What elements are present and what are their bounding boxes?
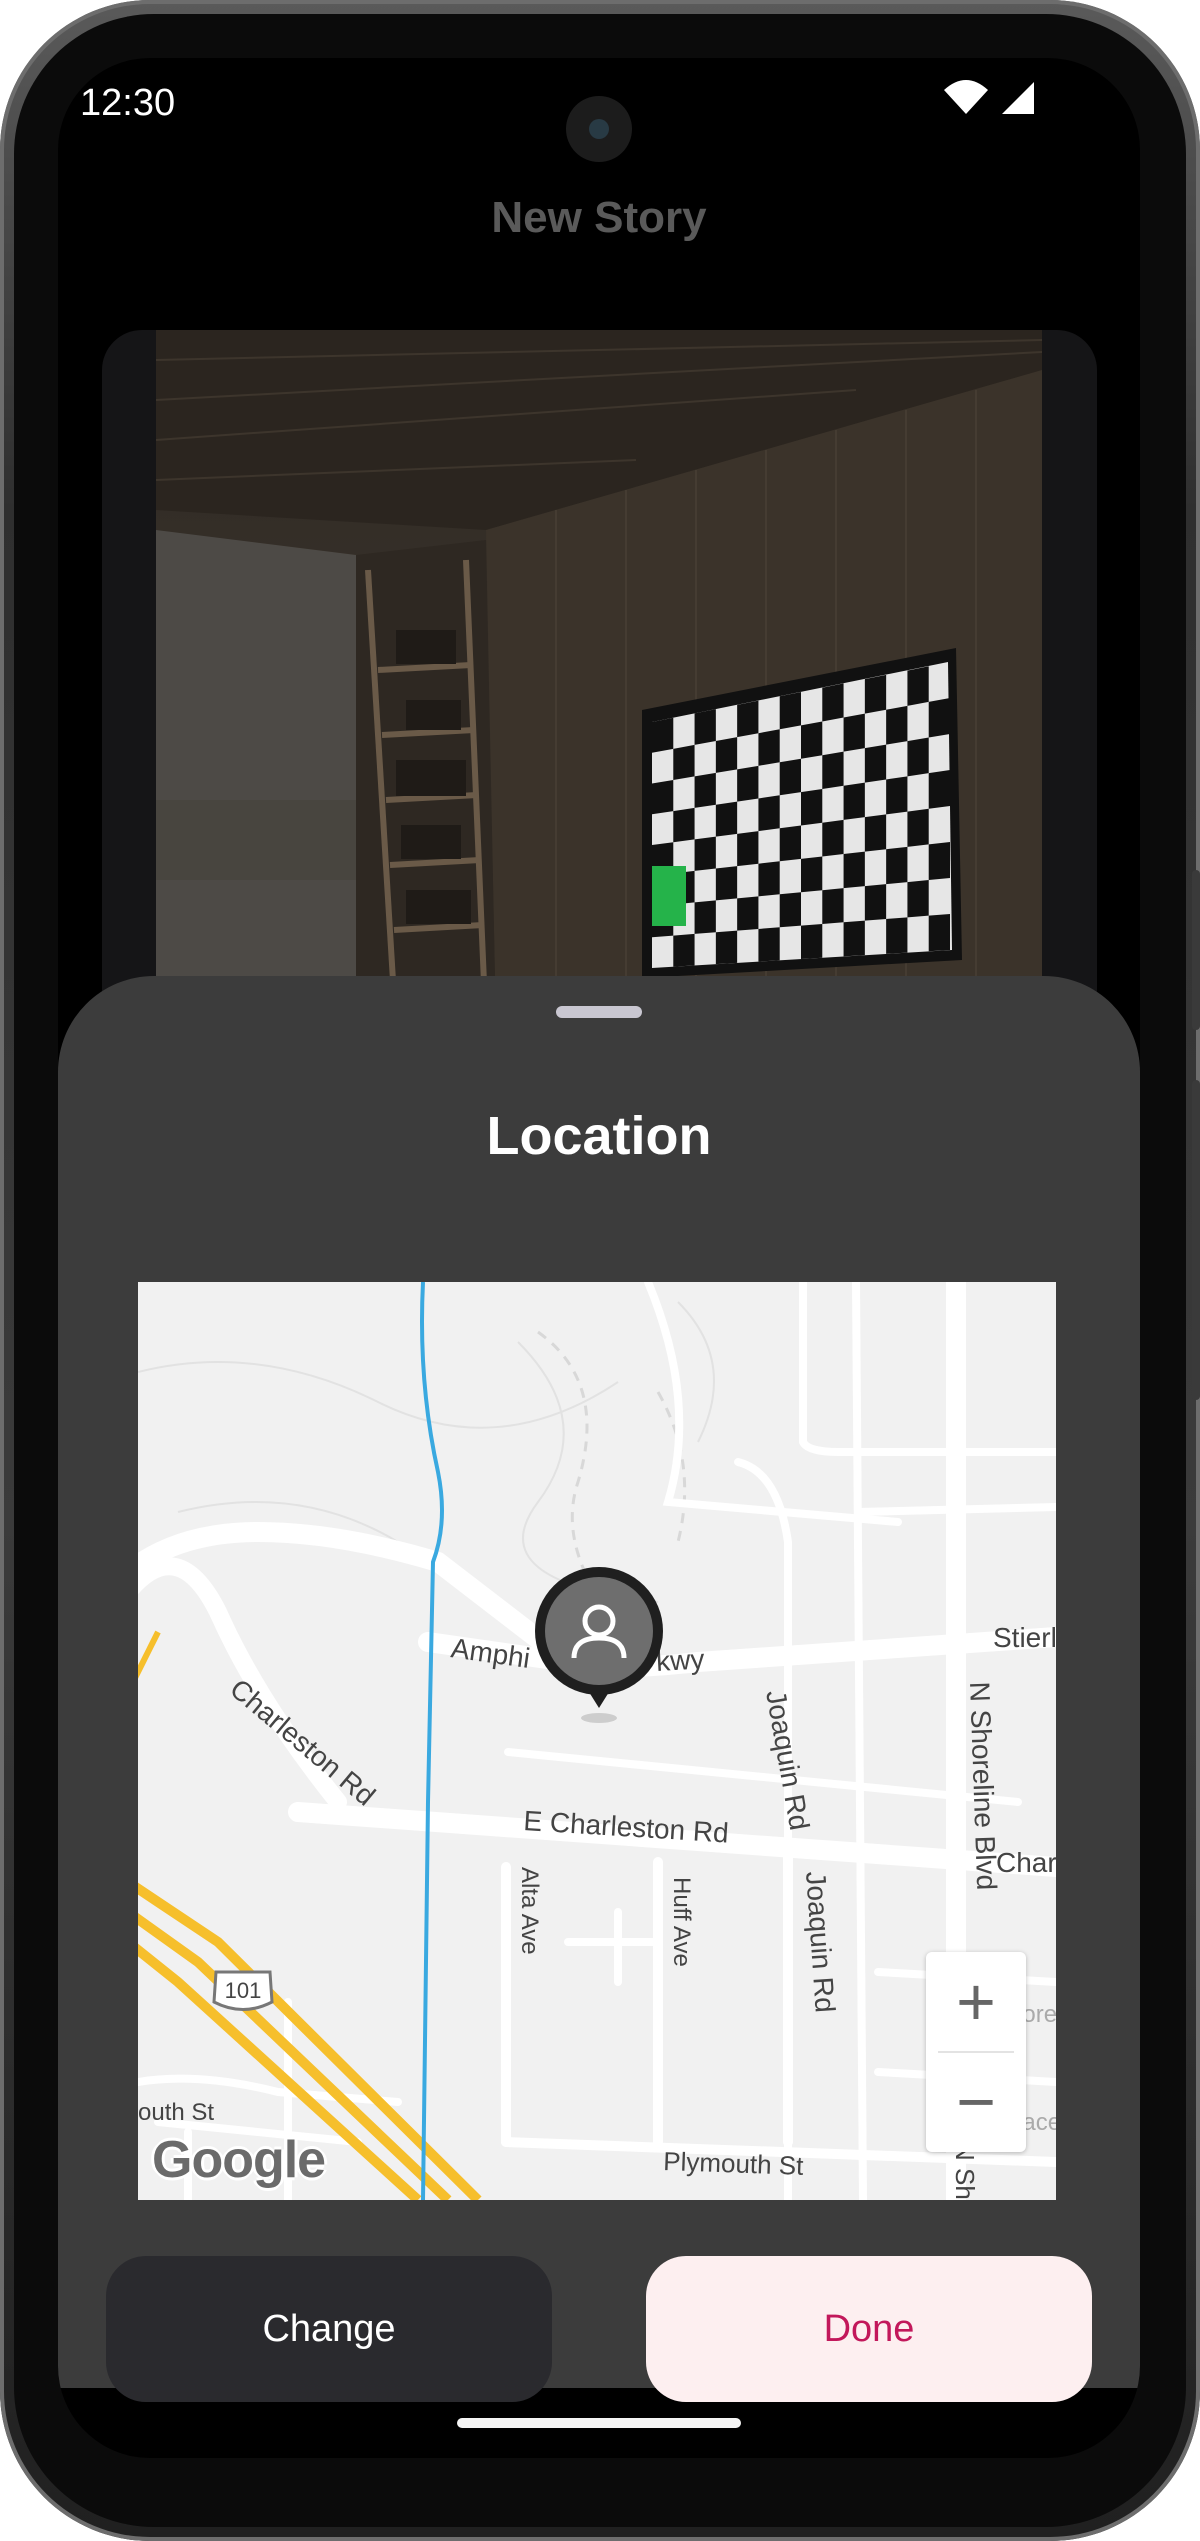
status-icons (940, 72, 1050, 132)
checker-square (694, 709, 716, 745)
checker-square (779, 692, 801, 730)
checker-square (758, 795, 780, 832)
screen: 12:30 New Story Location 101 Amphi Pkwy … (58, 58, 1140, 2458)
checker-square (801, 923, 823, 959)
checker-square (694, 900, 716, 934)
checker-square (801, 721, 823, 759)
checker-square (864, 884, 887, 921)
checker-square (907, 880, 929, 918)
volume-button (1192, 1080, 1200, 1400)
checker-square (886, 917, 908, 954)
wifi-icon (944, 80, 1034, 114)
power-button (1192, 870, 1200, 1030)
checker-square (652, 779, 674, 815)
checker-square (886, 846, 908, 885)
checker-square (822, 888, 844, 924)
street-label-plymouth-st: Plymouth St (663, 2146, 805, 2181)
checker-square (843, 920, 865, 957)
checker-square (715, 737, 738, 773)
zoom-out-button[interactable]: − (926, 2052, 1026, 2152)
checker-square (694, 772, 716, 808)
checker-square (886, 776, 908, 815)
map-zoom-control: + − (926, 1952, 1026, 2152)
street-label-stierlin: Stierl (993, 1622, 1056, 1653)
google-attribution-logo: Google (152, 2131, 326, 2189)
checker-square (801, 856, 823, 893)
status-time: 12:30 (80, 82, 176, 124)
change-button[interactable]: Change (106, 2256, 552, 2402)
checker-square (801, 788, 823, 826)
route-101-label: 101 (225, 1978, 262, 2003)
checker-square (907, 808, 929, 847)
gesture-nav-handle[interactable] (457, 2418, 741, 2428)
route-101-shield: 101 (212, 1970, 274, 2011)
checker-square (822, 751, 844, 789)
checker-square (737, 896, 759, 931)
sheet-title: Location (486, 1106, 712, 1166)
checker-square (843, 713, 865, 752)
location-map[interactable]: 101 Amphi Pkwy Stierl Charleston Rd E Ch… (138, 1282, 1056, 2200)
checker-square (779, 825, 801, 862)
checker-square (886, 705, 908, 745)
checker-square (822, 683, 844, 722)
checker-square (715, 866, 738, 901)
checker-square (928, 698, 950, 738)
checker-square (673, 744, 695, 780)
checker-square (928, 914, 950, 952)
page-title: New Story (491, 193, 707, 242)
checker-square (864, 744, 887, 783)
checker-square (907, 737, 929, 777)
zoom-in-button[interactable]: + (926, 1952, 1026, 2052)
checker-square (673, 933, 695, 967)
checker-square (843, 782, 865, 820)
checker-square (779, 758, 801, 796)
status-bar: 12:30 (58, 58, 1140, 168)
checker-square (907, 666, 929, 706)
street-label-south-st: outh St (138, 2099, 214, 2126)
street-label-charl: Charl (996, 1847, 1056, 1878)
checker-square (673, 807, 695, 843)
checker-square (737, 765, 759, 802)
checker-square (694, 836, 716, 871)
location-bottom-sheet: Location 101 Amphi Pkwy Stierl Charlesto… (58, 976, 1140, 2402)
checker-square (758, 729, 780, 766)
checker-square (758, 927, 780, 962)
drag-handle[interactable] (556, 1006, 642, 1018)
checker-square (864, 814, 887, 852)
checker-square (928, 842, 950, 881)
checker-square (758, 861, 780, 897)
front-camera (566, 96, 632, 162)
checker-square (715, 930, 738, 965)
checker-square (737, 831, 759, 867)
checker-square (737, 700, 759, 738)
done-button[interactable]: Done (646, 2256, 1092, 2402)
checker-square (864, 674, 887, 714)
street-label-alta-ave: Alta Ave (516, 1867, 543, 1955)
story-photo-card (102, 330, 1097, 1030)
checker-square (928, 770, 950, 809)
checker-square (779, 892, 801, 928)
checker-square (715, 801, 738, 837)
story-photo (156, 330, 1042, 1030)
checker-square (652, 717, 674, 753)
checker-square (822, 819, 844, 857)
person-pin-icon[interactable] (534, 1566, 664, 1726)
signal-icon (1002, 82, 1034, 114)
checker-square (843, 851, 865, 889)
street-label-huff-ave: Huff Ave (668, 1877, 695, 1967)
